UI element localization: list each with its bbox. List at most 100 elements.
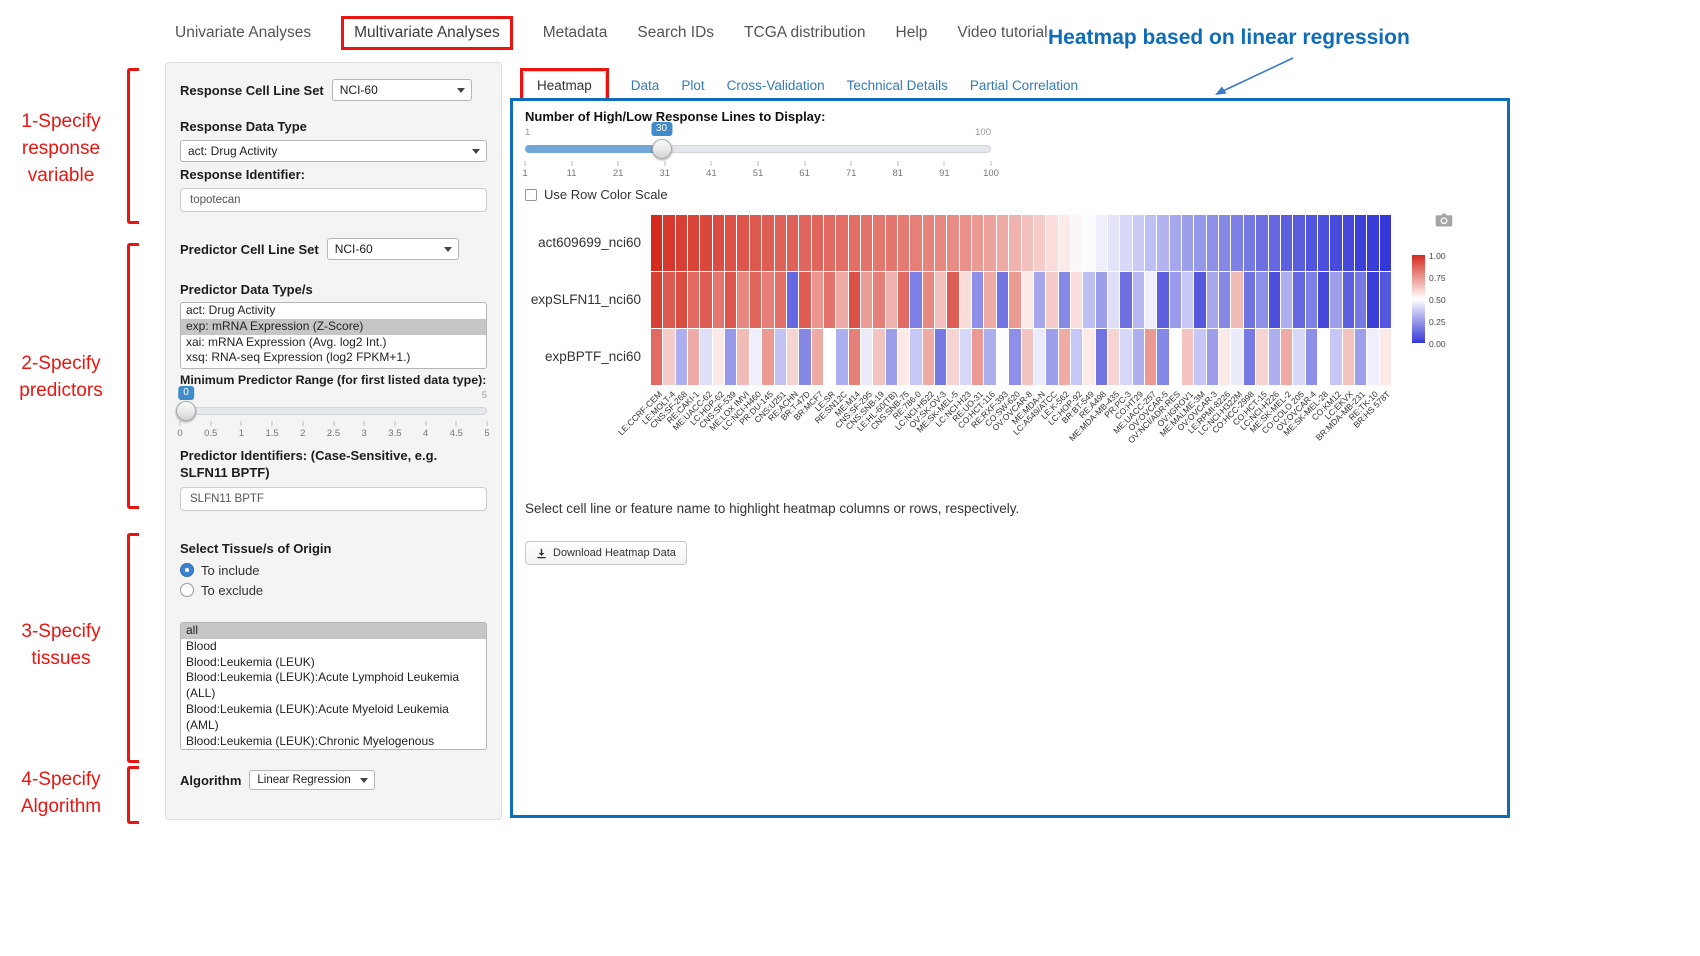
heatmap-cell[interactable]: [713, 272, 724, 328]
heatmap-cell[interactable]: [1059, 215, 1070, 271]
list-option-xsq-rna-seq-expression-log2-fpkm-1[interactable]: xsq: RNA-seq Expression (log2 FPKM+1.): [181, 350, 486, 366]
heatmap-cell[interactable]: [1096, 215, 1107, 271]
list-option-act-drug-activity[interactable]: act: Drug Activity: [181, 303, 486, 319]
heatmap-cell[interactable]: [1133, 215, 1144, 271]
heatmap-cell[interactable]: [1244, 272, 1255, 328]
heatmap-cell[interactable]: [1145, 329, 1156, 385]
heatmap-cell[interactable]: [1009, 329, 1020, 385]
heatmap-cell[interactable]: [799, 215, 810, 271]
heatmap-cell[interactable]: [1343, 329, 1354, 385]
list-option-blood[interactable]: Blood: [181, 639, 486, 655]
heatmap-cell[interactable]: [812, 215, 823, 271]
list-option-exp-mrna-expression-z-score[interactable]: exp: mRNA Expression (Z-Score): [181, 319, 486, 335]
tab-technical-details[interactable]: Technical Details: [847, 78, 948, 93]
predictor-data-types-list[interactable]: act: Drug Activityexp: mRNA Expression (…: [180, 302, 487, 369]
heatmap-cell[interactable]: [1194, 215, 1205, 271]
min-predictor-range-slider[interactable]: 0 5 00.511.522.533.544.55: [180, 389, 487, 445]
heatmap-cell[interactable]: [775, 272, 786, 328]
radio-selected-icon[interactable]: [180, 563, 194, 577]
heatmap-cell[interactable]: [1133, 329, 1144, 385]
heatmap-cell[interactable]: [651, 329, 662, 385]
heatmap-cell[interactable]: [1293, 329, 1304, 385]
heatmap-cell[interactable]: [750, 215, 761, 271]
camera-icon[interactable]: [1435, 213, 1453, 227]
heatmap-cell[interactable]: [836, 272, 847, 328]
heatmap-cell[interactable]: [1034, 329, 1045, 385]
heatmap-cell[interactable]: [1306, 272, 1317, 328]
heatmap-cell[interactable]: [1231, 272, 1242, 328]
heatmap-cell[interactable]: [1083, 329, 1094, 385]
heatmap-cell[interactable]: [1355, 272, 1366, 328]
heatmap-cell[interactable]: [762, 329, 773, 385]
heatmap-cell[interactable]: [1269, 272, 1280, 328]
heatmap-cell[interactable]: [1306, 329, 1317, 385]
heatmap-cell[interactable]: [935, 329, 946, 385]
tab-data[interactable]: Data: [631, 78, 660, 93]
heatmap-row-label[interactable]: expSLFN11_nci60: [513, 292, 641, 307]
radio-unselected-icon[interactable]: [180, 583, 194, 597]
heatmap-cell[interactable]: [1034, 215, 1045, 271]
heatmap-cell[interactable]: [935, 272, 946, 328]
heatmap-cell[interactable]: [1022, 272, 1033, 328]
heatmap-cell[interactable]: [1269, 215, 1280, 271]
heatmap-cell[interactable]: [1367, 215, 1378, 271]
heatmap-cell[interactable]: [972, 272, 983, 328]
heatmap-cell[interactable]: [1194, 329, 1205, 385]
heatmap-cell[interactable]: [1293, 272, 1304, 328]
predictor-cell-line-set-select[interactable]: NCI-60: [327, 238, 459, 260]
heatmap-cell[interactable]: [700, 272, 711, 328]
heatmap-cell[interactable]: [1083, 272, 1094, 328]
heatmap-cell[interactable]: [1034, 272, 1045, 328]
heatmap-cell[interactable]: [676, 329, 687, 385]
heatmap-cell[interactable]: [1330, 215, 1341, 271]
heatmap-cell[interactable]: [1244, 329, 1255, 385]
heatmap-cell[interactable]: [799, 329, 810, 385]
heatmap-cell[interactable]: [1330, 272, 1341, 328]
response-data-type-select[interactable]: act: Drug Activity: [180, 140, 487, 162]
heatmap-cell[interactable]: [1157, 329, 1168, 385]
heatmap-cell[interactable]: [1207, 329, 1218, 385]
heatmap-cell[interactable]: [873, 215, 884, 271]
heatmap-cell[interactable]: [1133, 272, 1144, 328]
heatmap-cell[interactable]: [651, 215, 662, 271]
heatmap-cell[interactable]: [1108, 272, 1119, 328]
heatmap-cell[interactable]: [1120, 272, 1131, 328]
heatmap-cell[interactable]: [1194, 272, 1205, 328]
heatmap-cell[interactable]: [997, 215, 1008, 271]
tissue-include-radio-row[interactable]: To include: [180, 560, 487, 580]
heatmap-cell[interactable]: [1281, 272, 1292, 328]
heatmap-cell[interactable]: [725, 329, 736, 385]
heatmap-cell[interactable]: [824, 329, 835, 385]
heatmap-cell[interactable]: [1071, 329, 1082, 385]
algorithm-select[interactable]: Linear Regression: [249, 770, 375, 790]
heatmap-cell[interactable]: [935, 215, 946, 271]
heatmap-cell[interactable]: [663, 329, 674, 385]
list-option-blood-leukemia-leuk[interactable]: Blood:Leukemia (LEUK): [181, 655, 486, 671]
heatmap-cell[interactable]: [713, 329, 724, 385]
heatmap-cell[interactable]: [898, 215, 909, 271]
heatmap-cell[interactable]: [787, 215, 798, 271]
list-option-blood-leukemia-leuk-acute-myeloid-leukem[interactable]: Blood:Leukemia (LEUK):Acute Myeloid Leuk…: [181, 702, 486, 734]
heatmap-cell[interactable]: [1046, 215, 1057, 271]
heatmap-cell[interactable]: [1059, 272, 1070, 328]
heatmap-cell[interactable]: [737, 329, 748, 385]
heatmap-cell[interactable]: [1207, 215, 1218, 271]
heatmap-cell[interactable]: [849, 215, 860, 271]
heatmap-cell[interactable]: [960, 329, 971, 385]
nav-item-multivariate-analyses[interactable]: Multivariate Analyses: [341, 16, 513, 50]
response-identifier-input[interactable]: [180, 188, 487, 212]
heatmap-cell[interactable]: [1157, 215, 1168, 271]
heatmap-cell[interactable]: [676, 215, 687, 271]
heatmap-cell[interactable]: [787, 272, 798, 328]
heatmap-cell[interactable]: [1355, 215, 1366, 271]
heatmap-cell[interactable]: [1071, 215, 1082, 271]
heatmap-cell[interactable]: [923, 329, 934, 385]
heatmap-cell[interactable]: [1318, 329, 1329, 385]
heatmap-cell[interactable]: [1120, 215, 1131, 271]
heatmap-cell[interactable]: [1170, 272, 1181, 328]
heatmap-cell[interactable]: [700, 215, 711, 271]
heatmap-cell[interactable]: [1207, 272, 1218, 328]
heatmap-cell[interactable]: [1281, 215, 1292, 271]
heatmap-cell[interactable]: [886, 215, 897, 271]
heatmap-cell[interactable]: [737, 215, 748, 271]
